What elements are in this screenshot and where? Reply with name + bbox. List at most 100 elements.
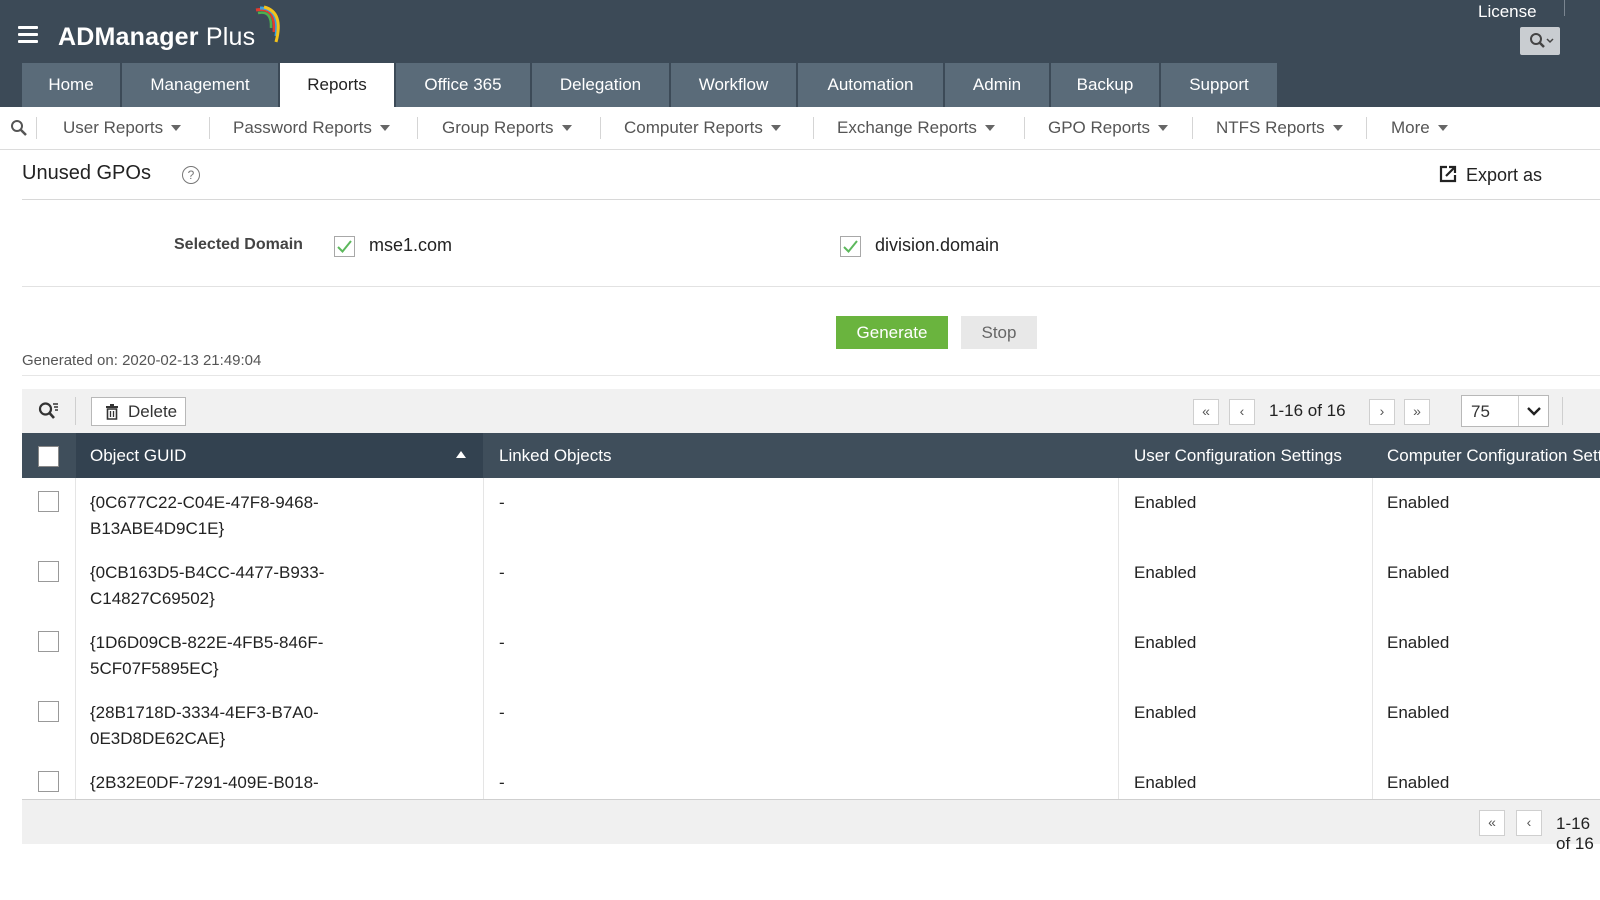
computer-config-cell: Enabled [1387,773,1450,792]
domain-checkbox-mse1[interactable] [334,236,355,257]
computer-config-cell: Enabled [1387,633,1450,652]
caret-down-icon [171,125,182,131]
grid-footer: « ‹ 1-16 of 16 [22,799,1600,853]
row-checkbox[interactable] [38,701,59,722]
search-icon [1530,33,1554,48]
tab-support[interactable]: Support [1161,63,1277,107]
caret-down-icon [984,125,995,131]
row-checkbox[interactable] [38,491,59,512]
guid-cell[interactable]: {2B32E0DF-7291-409E-B018- [90,770,319,796]
tab-backup[interactable]: Backup [1051,63,1159,107]
table-row[interactable]: {28B1718D-3334-4EF3-B7A0- 0E3D8DE62CAE} -… [22,688,1600,759]
tab-management[interactable]: Management [122,63,278,107]
divider [22,375,1600,376]
delete-button[interactable]: Delete [91,397,186,426]
subnav-ntfs-reports[interactable]: NTFS Reports [1216,107,1343,149]
guid-text: {28B1718D-3334-4EF3-B7A0- [90,703,319,722]
caret-down-icon [379,125,390,131]
domain-checkbox-division[interactable] [840,236,861,257]
next-page-icon[interactable]: › [1369,399,1395,425]
guid-text: {1D6D09CB-822E-4FB5-846F- [90,633,324,652]
top-header: ADManager Plus License Home Management R… [0,0,1600,107]
table-row[interactable]: {2B32E0DF-7291-409E-B018- - Enabled Enab… [22,758,1600,799]
page-size-select[interactable]: 75 [1461,395,1549,427]
table-row[interactable]: {0C677C22-C04E-47F8-9468- B13ABE4D9C1E} -… [22,478,1600,549]
generate-button[interactable]: Generate [836,316,948,349]
tab-home[interactable]: Home [22,63,120,107]
subnav-label: Computer Reports [624,118,763,137]
tab-automation[interactable]: Automation [798,63,943,107]
user-config-cell: Enabled [1134,703,1197,722]
user-config-cell: Enabled [1134,773,1197,792]
guid-text: C14827C69502} [90,589,215,608]
trash-icon [106,404,118,420]
help-icon[interactable]: ? [182,166,200,184]
table-row[interactable]: {1D6D09CB-822E-4FB5-846F- 5CF07F5895EC} -… [22,618,1600,689]
filter-search-icon[interactable] [38,401,60,421]
page-size-value: 75 [1471,402,1490,421]
user-config-cell: Enabled [1134,493,1197,512]
guid-text: {0CB163D5-B4CC-4477-B933- [90,563,325,582]
page-size-dropdown[interactable] [1518,396,1549,426]
subnav-group-reports[interactable]: Group Reports [442,107,572,149]
menu-icon[interactable] [18,26,38,44]
search-icon[interactable] [10,119,28,137]
guid-cell[interactable]: {28B1718D-3334-4EF3-B7A0- 0E3D8DE62CAE} [90,700,319,752]
column-header-user-configuration[interactable]: User Configuration Settings [1134,433,1374,478]
select-all-checkbox[interactable] [38,446,59,467]
export-label: Export as [1466,165,1543,185]
subnav-exchange-reports[interactable]: Exchange Reports [837,107,995,149]
tab-reports[interactable]: Reports [280,63,394,107]
app-name-suffix: Plus [205,23,256,51]
delete-label: Delete [128,402,178,421]
domain-name: mse1.com [369,235,453,255]
table-header: Object GUID Linked Objects User Configur… [22,433,1600,478]
app-logo[interactable]: ADManager Plus [58,5,280,56]
export-as-button[interactable]: Export as [1438,164,1542,186]
subnav-more[interactable]: More [1391,107,1448,149]
linked-objects-cell: - [499,773,505,792]
app-name: ADManager [58,23,199,51]
linked-objects-cell: - [499,633,505,652]
column-header-computer-configuration[interactable]: Computer Configuration Settings [1387,433,1600,478]
selected-domain-label: Selected Domain [174,236,303,253]
subnav-gpo-reports[interactable]: GPO Reports [1048,107,1169,149]
sort-ascending-icon[interactable] [456,451,466,458]
license-link[interactable]: License [1478,2,1537,22]
guid-cell[interactable]: {0C677C22-C04E-47F8-9468- B13ABE4D9C1E} [90,490,319,542]
subnav-user-reports[interactable]: User Reports [63,107,182,149]
subnav-divider [600,117,601,139]
table-row[interactable]: {0CB163D5-B4CC-4477-B933- C14827C69502} -… [22,548,1600,619]
user-config-cell: Enabled [1134,563,1197,582]
checkmark-icon [337,240,352,253]
column-header-linked-objects[interactable]: Linked Objects [499,433,1099,478]
column-divider [1372,478,1373,799]
reports-subnav: User Reports Password Reports Group Repo… [0,107,1600,150]
subnav-computer-reports[interactable]: Computer Reports [624,107,781,149]
user-config-cell: Enabled [1134,633,1197,652]
stop-button[interactable]: Stop [961,316,1037,349]
guid-cell[interactable]: {1D6D09CB-822E-4FB5-846F- 5CF07F5895EC} [90,630,323,682]
first-page-icon[interactable]: « [1193,399,1219,425]
guid-cell[interactable]: {0CB163D5-B4CC-4477-B933- C14827C69502} [90,560,324,612]
chevron-down-icon [1527,407,1541,416]
tab-office-365[interactable]: Office 365 [396,63,530,107]
row-checkbox[interactable] [38,771,59,792]
divider [22,199,1600,200]
column-header-object-guid[interactable]: Object GUID [90,433,430,478]
logo-swoosh-icon [255,5,280,43]
page-title: Unused GPOs [22,162,151,184]
subnav-password-reports[interactable]: Password Reports [233,107,390,149]
last-page-icon[interactable]: » [1404,399,1430,425]
row-checkbox[interactable] [38,561,59,582]
tab-delegation[interactable]: Delegation [532,63,669,107]
tab-admin[interactable]: Admin [945,63,1049,107]
tab-workflow[interactable]: Workflow [671,63,796,107]
computer-config-cell: Enabled [1387,563,1450,582]
prev-page-icon[interactable]: ‹ [1516,810,1542,836]
prev-page-icon[interactable]: ‹ [1229,399,1255,425]
global-search-button[interactable] [1520,27,1560,55]
subnav-divider [813,117,814,139]
row-checkbox[interactable] [38,631,59,652]
first-page-icon[interactable]: « [1479,810,1505,836]
